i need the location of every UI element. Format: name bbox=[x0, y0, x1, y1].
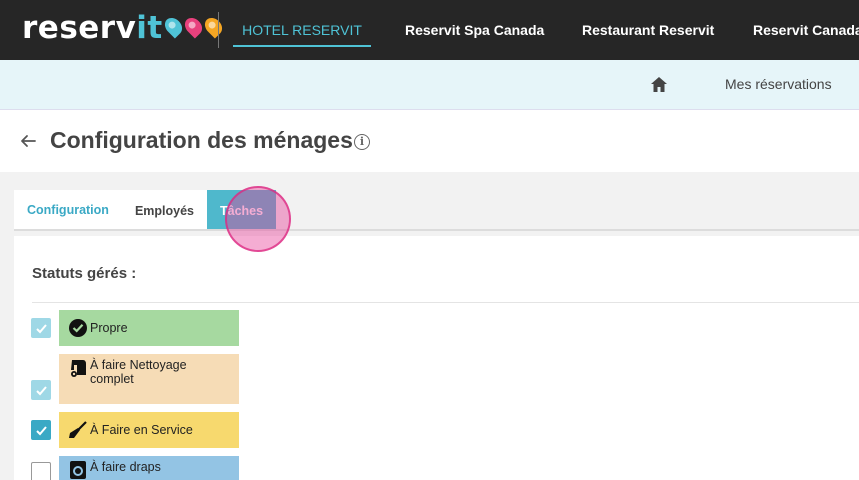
tab-taches[interactable]: Tâches bbox=[207, 190, 277, 231]
status-row-nettoyage-complet: À faire Nettoyage complet bbox=[31, 354, 239, 404]
section-divider bbox=[32, 302, 859, 303]
washing-machine-icon bbox=[70, 461, 86, 479]
page-title: Configuration des ménages bbox=[50, 127, 353, 153]
section-title: Statuts gérés : bbox=[32, 265, 137, 282]
nav-item-spa-canada[interactable]: Reservit Spa Canada bbox=[405, 0, 544, 60]
tab-bar: Configuration Employés Tâches bbox=[14, 190, 277, 231]
tab-employes[interactable]: Employés bbox=[121, 190, 207, 231]
status-row-en-service: À Faire en Service bbox=[31, 412, 239, 448]
broom-icon bbox=[69, 421, 87, 438]
logo-pins-icon bbox=[161, 13, 226, 39]
page-header: Configuration des ménages i bbox=[0, 110, 859, 172]
status-checkbox-nettoyage[interactable] bbox=[31, 380, 51, 400]
status-badge-propre: Propre bbox=[59, 310, 239, 346]
status-checkbox-en-service[interactable] bbox=[31, 420, 51, 440]
status-checkbox-propre[interactable] bbox=[31, 318, 51, 338]
check-icon bbox=[35, 385, 47, 395]
status-checkbox-draps[interactable] bbox=[31, 462, 51, 480]
brand-logo[interactable]: reservit bbox=[22, 10, 226, 46]
config-panel: Statuts gérés : Propre À faire Nettoyage… bbox=[14, 236, 859, 480]
home-icon[interactable] bbox=[650, 76, 668, 93]
status-row-draps: À faire draps bbox=[31, 456, 239, 480]
status-badge-draps: À faire draps bbox=[59, 456, 239, 480]
status-row-propre: Propre bbox=[31, 310, 239, 346]
nav-divider bbox=[218, 12, 219, 48]
check-circle-icon bbox=[69, 319, 87, 337]
tab-configuration[interactable]: Configuration bbox=[14, 190, 122, 231]
status-badge-en-service: À Faire en Service bbox=[59, 412, 239, 448]
nav-item-hotel-reservit[interactable]: HOTEL RESERVIT bbox=[233, 0, 371, 60]
sub-navbar: Mes réservations bbox=[0, 60, 859, 110]
check-icon bbox=[35, 425, 47, 435]
my-reservations-link[interactable]: Mes réservations bbox=[725, 76, 832, 92]
vacuum-icon bbox=[71, 360, 86, 377]
tab-underline bbox=[14, 229, 859, 231]
nav-item-restaurant[interactable]: Restaurant Reservit bbox=[582, 0, 714, 60]
nav-item-reservit-canada[interactable]: Reservit Canada bbox=[753, 0, 859, 60]
status-badge-nettoyage: À faire Nettoyage complet bbox=[59, 354, 239, 404]
check-icon bbox=[35, 323, 47, 333]
back-arrow-icon[interactable] bbox=[19, 132, 37, 150]
top-navbar: reservit HOTEL RESERVIT Reservit Spa Can… bbox=[0, 0, 859, 60]
info-icon[interactable]: i bbox=[354, 134, 370, 150]
